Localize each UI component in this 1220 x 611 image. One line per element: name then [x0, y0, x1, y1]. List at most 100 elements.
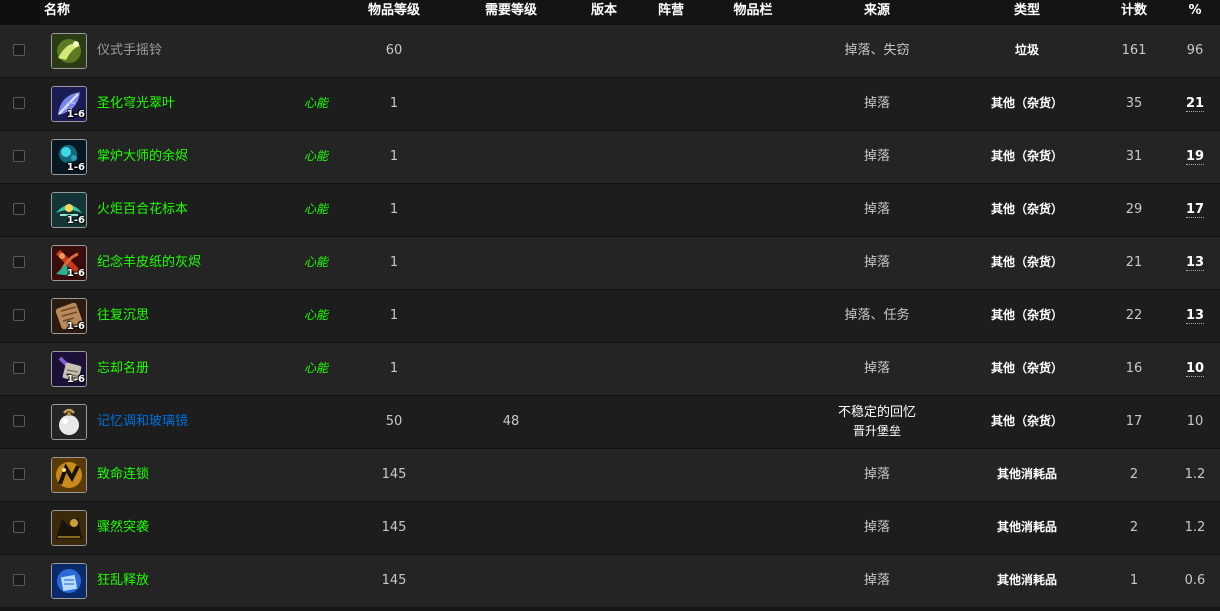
item-level-cell: 145 — [381, 520, 407, 535]
item-name-link[interactable]: 圣化穹光翠叶 — [97, 78, 175, 129]
table-row[interactable]: 记忆调和玻璃镜 50 48 不稳定的回忆 晋升堡垒 其他（杂货） 17 10 — [0, 395, 1220, 448]
column-header-version[interactable]: 版本 — [591, 0, 617, 24]
leaf-icon[interactable]: 1-6 — [51, 86, 87, 122]
row-checkbox[interactable] — [13, 150, 25, 162]
table-row[interactable]: 1-6 火炬百合花标本 心能 1 掉落 其他（杂货） 29 17 — [0, 183, 1220, 236]
stack-count-badge: 1-6 — [66, 268, 85, 279]
percent-cell[interactable]: 13 — [1185, 237, 1205, 288]
column-header-name[interactable]: 名称 — [44, 0, 70, 24]
table-row[interactable]: 1-6 忘却名册 心能 1 掉落 其他（杂货） 16 10 — [0, 342, 1220, 395]
type-cell[interactable]: 其他（杂货） — [991, 343, 1063, 394]
type-cell[interactable]: 其他（杂货） — [991, 78, 1063, 129]
handbell-icon[interactable] — [51, 33, 87, 69]
type-cell[interactable]: 其他消耗品 — [997, 502, 1057, 553]
glass-orb-icon[interactable] — [51, 404, 87, 440]
item-name-link[interactable]: 忘却名册 — [97, 343, 149, 394]
item-name-link[interactable]: 狂乱释放 — [97, 555, 149, 606]
row-checkbox[interactable] — [13, 309, 25, 321]
ember-icon[interactable]: 1-6 — [51, 139, 87, 175]
type-cell[interactable]: 其他消耗品 — [997, 449, 1057, 500]
percent-value[interactable]: 13 — [1185, 308, 1205, 324]
percent-cell[interactable]: 21 — [1185, 78, 1205, 129]
frost-fist-icon[interactable] — [51, 563, 87, 599]
item-name-link[interactable]: 纪念羊皮纸的灰烬 — [97, 237, 201, 288]
ash-icon[interactable]: 1-6 — [51, 245, 87, 281]
scroll-icon[interactable]: 1-6 — [51, 298, 87, 334]
count-cell: 35 — [1125, 96, 1143, 111]
row-checkbox[interactable] — [13, 521, 25, 533]
row-checkbox[interactable] — [13, 468, 25, 480]
lily-icon[interactable]: 1-6 — [51, 192, 87, 228]
count-cell: 2 — [1129, 520, 1139, 535]
table-row[interactable]: 骤然突袭 145 掉落 其他消耗品 2 1.2 — [0, 501, 1220, 554]
tome-icon[interactable]: 1-6 — [51, 351, 87, 387]
percent-cell: 0.6 — [1184, 573, 1206, 588]
percent-value[interactable]: 10 — [1185, 361, 1205, 377]
column-header-item-level[interactable]: 物品等级 — [368, 0, 420, 24]
row-checkbox[interactable] — [13, 574, 25, 586]
count-cell: 31 — [1125, 149, 1143, 164]
count-cell: 29 — [1125, 202, 1143, 217]
type-cell[interactable]: 垃圾 — [1015, 25, 1039, 76]
ambush-icon[interactable] — [51, 510, 87, 546]
column-header-slot[interactable]: 物品栏 — [733, 0, 772, 24]
percent-cell: 1.2 — [1184, 520, 1206, 535]
item-name-link[interactable]: 仪式手摇铃 — [97, 25, 162, 76]
item-level-cell: 1 — [389, 149, 399, 164]
percent-cell[interactable]: 10 — [1185, 343, 1205, 394]
item-level-cell: 145 — [381, 573, 407, 588]
item-level-cell: 50 — [385, 414, 403, 429]
table-row[interactable]: 1-6 掌炉大师的余烬 心能 1 掉落 其他（杂货） 31 19 — [0, 130, 1220, 183]
column-header-req-level[interactable]: 需要等级 — [485, 0, 537, 24]
item-level-cell: 1 — [389, 308, 399, 323]
item-level-cell: 1 — [389, 361, 399, 376]
type-cell[interactable]: 其他（杂货） — [991, 131, 1063, 182]
row-checkbox[interactable] — [13, 362, 25, 374]
percent-value[interactable]: 21 — [1185, 96, 1205, 112]
table-row[interactable]: 1-6 往复沉思 心能 1 掉落、任务 其他（杂货） 22 13 — [0, 289, 1220, 342]
count-cell: 16 — [1125, 361, 1143, 376]
source-cell: 掉落 — [863, 573, 891, 588]
percent-cell[interactable]: 19 — [1185, 131, 1205, 182]
row-checkbox[interactable] — [13, 256, 25, 268]
type-cell[interactable]: 其他消耗品 — [997, 555, 1057, 606]
source-zone-link[interactable]: 晋升堡垒 — [838, 421, 916, 441]
row-checkbox[interactable] — [13, 97, 25, 109]
type-cell[interactable]: 其他（杂货） — [991, 184, 1063, 235]
column-header-source[interactable]: 来源 — [864, 0, 890, 24]
type-cell[interactable]: 其他（杂货） — [991, 290, 1063, 341]
percent-value[interactable]: 19 — [1185, 149, 1205, 165]
row-checkbox[interactable] — [13, 203, 25, 215]
table-row[interactable]: 仪式手摇铃 60 掉落、失窃 垃圾 161 96 — [0, 24, 1220, 77]
item-name-link[interactable]: 致命连锁 — [97, 449, 149, 500]
stack-count-badge: 1-6 — [66, 321, 85, 332]
rogue-gold-icon[interactable] — [51, 457, 87, 493]
source-cell: 掉落 — [863, 467, 891, 482]
row-checkbox[interactable] — [13, 415, 25, 427]
item-name-link[interactable]: 掌炉大师的余烬 — [97, 131, 188, 182]
source-npc-link[interactable]: 不稳定的回忆 — [838, 405, 916, 421]
source-cell: 不稳定的回忆 晋升堡垒 — [838, 405, 916, 441]
percent-cell[interactable]: 17 — [1185, 184, 1205, 235]
column-header-count[interactable]: 计数 — [1121, 0, 1147, 24]
item-name-link[interactable]: 往复沉思 — [97, 290, 149, 341]
row-checkbox[interactable] — [13, 44, 25, 56]
percent-value[interactable]: 13 — [1185, 255, 1205, 271]
source-cell: 掉落 — [863, 520, 891, 535]
item-name-link[interactable]: 骤然突袭 — [97, 502, 149, 553]
percent-cell[interactable]: 13 — [1185, 290, 1205, 341]
item-name-link[interactable]: 记忆调和玻璃镜 — [97, 396, 188, 447]
table-row[interactable]: 狂乱释放 145 掉落 其他消耗品 1 0.6 — [0, 554, 1220, 607]
item-name-link[interactable]: 火炬百合花标本 — [97, 184, 188, 235]
item-level-cell: 145 — [381, 467, 407, 482]
column-header-percent[interactable]: % — [1188, 0, 1201, 24]
type-cell[interactable]: 其他（杂货） — [991, 396, 1063, 447]
column-header-faction[interactable]: 阵营 — [658, 0, 684, 24]
column-header-type[interactable]: 类型 — [1014, 0, 1040, 24]
table-row[interactable]: 致命连锁 145 掉落 其他消耗品 2 1.2 — [0, 448, 1220, 501]
source-cell: 掉落 — [863, 149, 891, 164]
type-cell[interactable]: 其他（杂货） — [991, 237, 1063, 288]
table-row[interactable]: 1-6 纪念羊皮纸的灰烬 心能 1 掉落 其他（杂货） 21 13 — [0, 236, 1220, 289]
table-row[interactable]: 1-6 圣化穹光翠叶 心能 1 掉落 其他（杂货） 35 21 — [0, 77, 1220, 130]
percent-value[interactable]: 17 — [1185, 202, 1205, 218]
